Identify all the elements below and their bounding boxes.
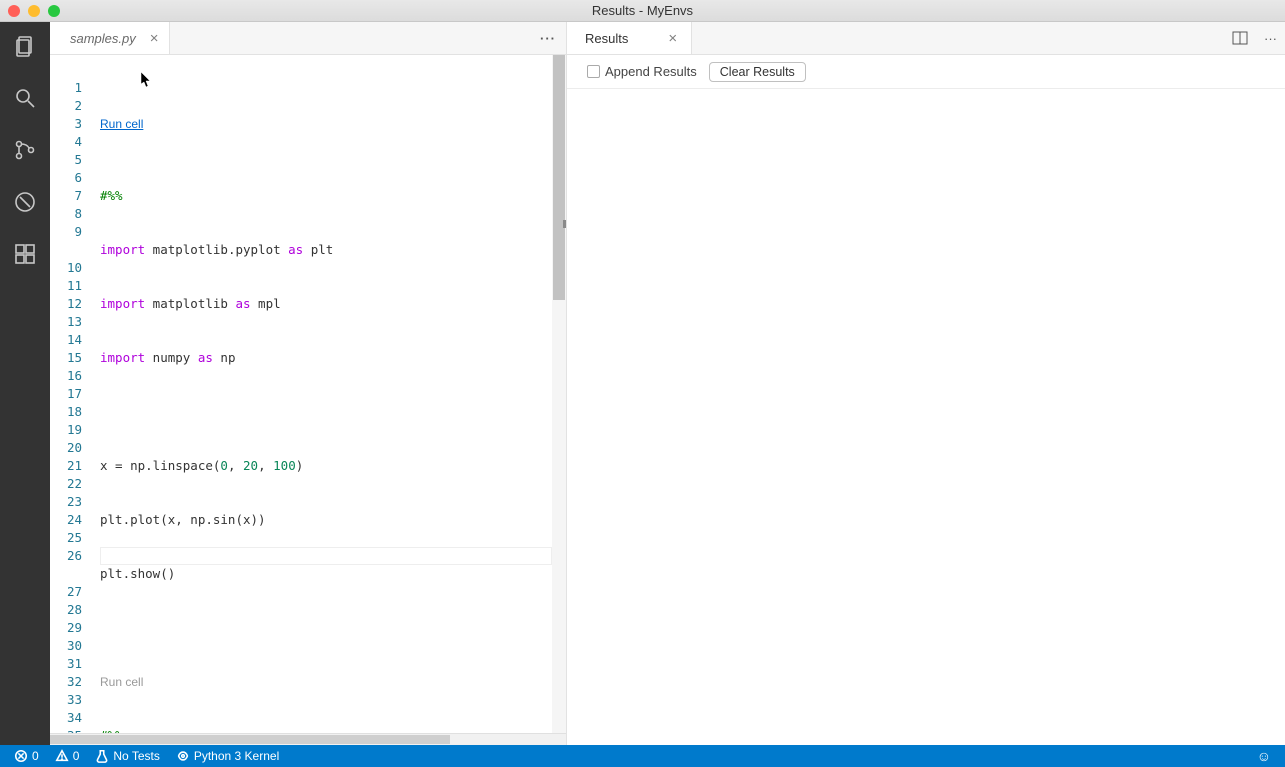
horizontal-scrollbar[interactable]	[50, 733, 566, 745]
line-gutter: 1 2 3 4 5 6 7 8 9 10 11 12 13 1	[50, 55, 100, 733]
h-scrollbar-thumb[interactable]	[50, 735, 450, 744]
results-content	[567, 89, 1285, 745]
split-editor-icon[interactable]	[1224, 22, 1256, 54]
tab-results[interactable]: Results ×	[567, 22, 692, 54]
search-icon[interactable]	[13, 86, 37, 110]
append-results-checkbox[interactable]: Append Results	[587, 64, 697, 79]
window-title: Results - MyEnvs	[592, 3, 693, 18]
results-tab-row: Results × ···	[567, 22, 1285, 55]
explorer-icon[interactable]	[13, 34, 37, 58]
results-tab-label: Results	[585, 31, 628, 46]
run-cell-codelens[interactable]: Run cell	[100, 673, 566, 691]
extensions-icon[interactable]	[13, 242, 37, 266]
checkbox-icon[interactable]	[587, 65, 600, 78]
status-kernel[interactable]: Python 3 Kernel	[170, 749, 285, 763]
debug-icon[interactable]	[13, 190, 37, 214]
workspace: samples.py × ··· 1 2 3 4 5 6 7	[0, 22, 1285, 745]
zoom-window-button[interactable]	[48, 5, 60, 17]
feedback-icon[interactable]: ☺	[1251, 748, 1277, 764]
status-warnings[interactable]: 0	[49, 749, 86, 763]
scrollbar-thumb[interactable]	[553, 55, 565, 300]
minimap-marker	[563, 220, 566, 228]
cursor-pointer-icon	[136, 71, 152, 91]
title-bar: Results - MyEnvs	[0, 0, 1285, 22]
editor-area: samples.py × ··· 1 2 3 4 5 6 7	[50, 22, 1285, 745]
results-more-icon[interactable]: ···	[1256, 22, 1285, 54]
editor-pane: samples.py × ··· 1 2 3 4 5 6 7	[50, 22, 567, 745]
close-icon[interactable]: ×	[150, 30, 159, 47]
results-toolbar: Append Results Clear Results	[567, 55, 1285, 89]
results-pane: Results × ··· Append Results Clear Resul…	[567, 22, 1285, 745]
status-errors[interactable]: 0	[8, 749, 45, 763]
tab-samples-py[interactable]: samples.py ×	[50, 22, 170, 54]
status-bar: 0 0 No Tests Python 3 Kernel ☺	[0, 745, 1285, 767]
source-control-icon[interactable]	[13, 138, 37, 162]
editor-more-icon[interactable]: ···	[530, 22, 566, 54]
status-tests[interactable]: No Tests	[89, 749, 165, 763]
close-icon[interactable]: ×	[668, 30, 677, 47]
editor-tab-row: samples.py × ···	[50, 22, 566, 55]
traffic-lights	[8, 5, 60, 17]
code-content[interactable]: Run cell #%% import matplotlib.pyplot as…	[100, 55, 566, 733]
vertical-scrollbar[interactable]	[552, 55, 566, 733]
minimize-window-button[interactable]	[28, 5, 40, 17]
code-editor[interactable]: 1 2 3 4 5 6 7 8 9 10 11 12 13 1	[50, 55, 566, 733]
activity-bar	[0, 22, 50, 745]
clear-results-button[interactable]: Clear Results	[709, 62, 806, 82]
run-cell-codelens[interactable]: Run cell	[100, 115, 566, 133]
close-window-button[interactable]	[8, 5, 20, 17]
tab-label: samples.py	[70, 31, 136, 46]
